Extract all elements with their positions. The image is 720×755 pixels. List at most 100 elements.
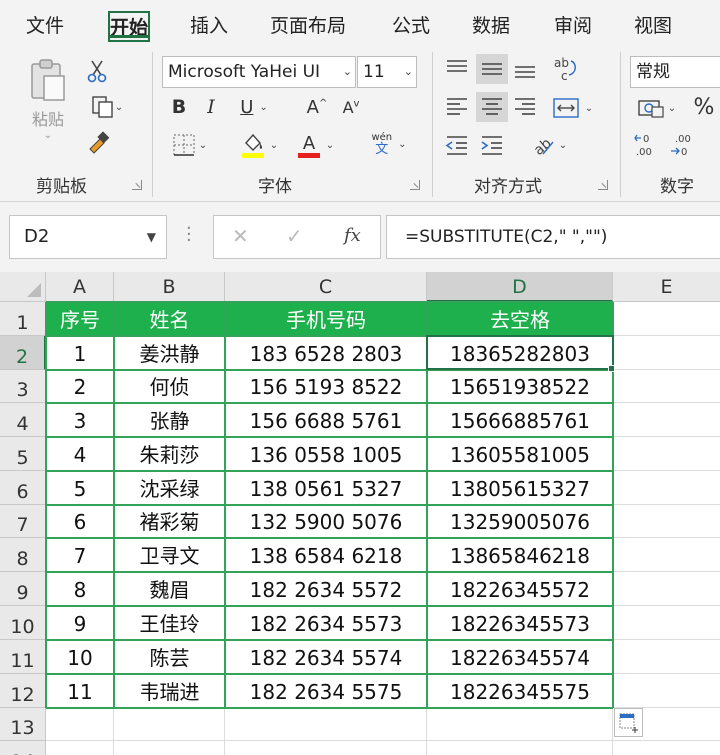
accounting-format-button[interactable]: ⌄ <box>632 94 682 122</box>
align-top-icon[interactable] <box>444 58 470 80</box>
tab-file[interactable]: 文件 <box>26 11 64 38</box>
table-cell[interactable]: 3 <box>46 403 114 437</box>
align-right-icon[interactable] <box>512 96 538 118</box>
column-header-e[interactable]: E <box>613 272 720 302</box>
decrease-decimal-button[interactable]: .00 0 <box>668 130 698 160</box>
insert-function-icon[interactable]: fx <box>344 225 361 246</box>
increase-font-button[interactable]: A^ <box>304 94 330 120</box>
table-cell[interactable]: 魏眉 <box>114 572 225 606</box>
table-cell[interactable]: 2 <box>46 370 114 403</box>
table-cell[interactable]: 8 <box>46 572 114 606</box>
borders-button[interactable]: ⌄ <box>166 132 214 158</box>
column-header-d[interactable]: D <box>427 272 613 302</box>
row-header-3[interactable]: 3 <box>0 370 46 403</box>
row-header-2[interactable]: 2 <box>0 336 46 370</box>
table-cell[interactable]: 182 2634 5573 <box>225 606 427 640</box>
row-header-7[interactable]: 7 <box>0 505 46 538</box>
table-cell[interactable]: 13259005076 <box>427 505 613 538</box>
row-header-8[interactable]: 8 <box>0 538 46 572</box>
tab-view[interactable]: 视图 <box>634 11 672 38</box>
paste-dropdown-icon[interactable]: ⌄ <box>44 130 52 141</box>
row-header-1[interactable]: 1 <box>0 302 46 336</box>
copy-dropdown-icon[interactable]: ⌄ <box>115 102 123 113</box>
table-header-cell[interactable]: 序号 <box>46 302 114 336</box>
tab-review[interactable]: 审阅 <box>554 11 592 38</box>
clipboard-launcher-icon[interactable] <box>132 180 142 190</box>
table-cell[interactable]: 138 0561 5327 <box>225 471 427 505</box>
table-cell[interactable]: 136 0558 1005 <box>225 437 427 471</box>
table-cell[interactable]: 13865846218 <box>427 538 613 572</box>
cancel-icon[interactable]: ✕ <box>232 224 249 248</box>
table-cell[interactable]: 13605581005 <box>427 437 613 471</box>
table-cell[interactable]: 156 5193 8522 <box>225 370 427 403</box>
table-cell[interactable]: 11 <box>46 674 114 708</box>
row-header-13[interactable]: 13 <box>0 708 46 741</box>
table-cell[interactable]: 1 <box>46 336 114 370</box>
italic-button[interactable]: I <box>200 94 222 120</box>
row-header-9[interactable]: 9 <box>0 572 46 606</box>
table-cell[interactable]: 朱莉莎 <box>114 437 225 471</box>
font-launcher-icon[interactable] <box>410 180 420 190</box>
table-cell[interactable]: 13805615327 <box>427 471 613 505</box>
increase-decimal-button[interactable]: 0 .00 <box>632 130 662 160</box>
tab-insert[interactable]: 插入 <box>190 11 228 38</box>
table-cell[interactable]: 7 <box>46 538 114 572</box>
name-box[interactable]: D2 ▼ <box>9 215 167 259</box>
phonetic-guide-button[interactable]: wén 文 ⌄ <box>362 128 416 160</box>
row-header-11[interactable]: 11 <box>0 640 46 674</box>
fill-handle[interactable] <box>608 365 615 372</box>
row-header-5[interactable]: 5 <box>0 437 46 471</box>
decrease-font-button[interactable]: Av <box>338 94 364 120</box>
table-header-cell[interactable]: 手机号码 <box>225 302 427 336</box>
font-color-button[interactable]: A ⌄ <box>292 130 338 160</box>
cut-button[interactable] <box>86 58 108 84</box>
table-cell[interactable]: 卫寻文 <box>114 538 225 572</box>
align-middle-icon[interactable] <box>479 58 505 80</box>
bold-button[interactable]: B <box>168 94 190 120</box>
number-format-dropdown[interactable]: 常规 <box>630 56 720 88</box>
table-header-cell[interactable]: 姓名 <box>114 302 225 336</box>
decrease-indent-icon[interactable] <box>444 134 470 156</box>
table-cell[interactable]: 183 6528 2803 <box>225 336 427 370</box>
table-cell[interactable]: 褚彩菊 <box>114 505 225 538</box>
table-cell[interactable]: 6 <box>46 505 114 538</box>
table-cell[interactable]: 18226345572 <box>427 572 613 606</box>
table-cell[interactable]: 张静 <box>114 403 225 437</box>
formula-input[interactable]: =SUBSTITUTE(C2," ","") <box>386 215 720 259</box>
format-painter-button[interactable] <box>84 130 112 156</box>
table-cell[interactable]: 陈芸 <box>114 640 225 674</box>
align-center-icon[interactable] <box>479 96 505 118</box>
table-cell[interactable]: 5 <box>46 471 114 505</box>
table-cell[interactable]: 10 <box>46 640 114 674</box>
table-header-cell[interactable]: 去空格 <box>427 302 613 336</box>
table-cell[interactable]: 何侦 <box>114 370 225 403</box>
row-header-12[interactable]: 12 <box>0 674 46 708</box>
table-cell[interactable]: 18226345574 <box>427 640 613 674</box>
column-header-a[interactable]: A <box>46 272 114 302</box>
fill-color-button[interactable]: ⌄ <box>234 130 284 160</box>
alignment-launcher-icon[interactable] <box>598 180 608 190</box>
column-header-c[interactable]: C <box>225 272 427 302</box>
table-cell[interactable]: 132 5900 5076 <box>225 505 427 538</box>
table-cell[interactable]: 182 2634 5575 <box>225 674 427 708</box>
align-bottom-icon[interactable] <box>512 58 538 80</box>
copy-button[interactable]: ⌄ <box>82 94 132 120</box>
table-cell[interactable]: 138 6584 6218 <box>225 538 427 572</box>
enter-icon[interactable]: ✓ <box>286 224 303 248</box>
column-header-b[interactable]: B <box>114 272 225 302</box>
merge-center-button[interactable]: ⌄ <box>548 94 598 122</box>
align-left-icon[interactable] <box>444 96 470 118</box>
tab-formulas[interactable]: 公式 <box>392 11 430 38</box>
table-cell[interactable]: 4 <box>46 437 114 471</box>
table-cell[interactable]: 沈采绿 <box>114 471 225 505</box>
row-header-6[interactable]: 6 <box>0 471 46 505</box>
select-all-button[interactable] <box>0 272 46 302</box>
row-header-14[interactable]: 14 <box>0 741 46 755</box>
tab-data[interactable]: 数据 <box>472 11 510 38</box>
orientation-button[interactable]: ab ⌄ <box>524 130 572 160</box>
table-cell[interactable]: 18226345575 <box>427 674 613 708</box>
paste-button[interactable]: 粘贴 ⌄ <box>20 58 76 148</box>
tab-page-layout[interactable]: 页面布局 <box>270 11 346 38</box>
row-header-4[interactable]: 4 <box>0 403 46 437</box>
table-cell[interactable]: 15666885761 <box>427 403 613 437</box>
